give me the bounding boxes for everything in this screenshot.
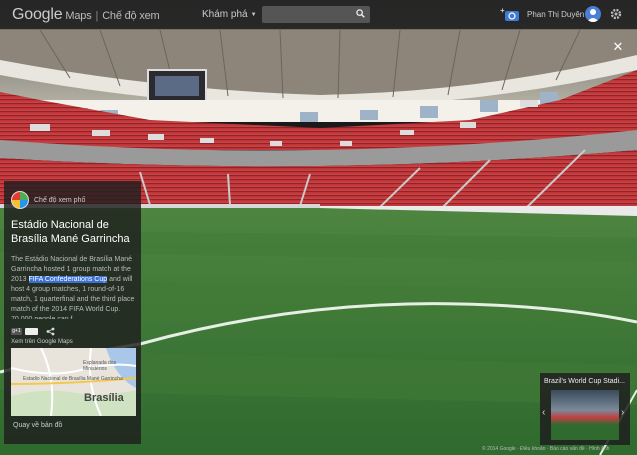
- thumbnail-label: Brazil's World Cup Stadi...: [544, 378, 625, 385]
- search-input[interactable]: [262, 8, 350, 25]
- google-maps-logo[interactable]: Google Maps | Chế độ xem: [12, 6, 160, 24]
- search-icon[interactable]: [356, 9, 365, 18]
- user-name[interactable]: Phan Thị Duyên: [527, 10, 584, 19]
- plus-one-count: [25, 328, 38, 335]
- share-icon[interactable]: [46, 327, 55, 336]
- info-panel: Chế độ xem phố Estádio Nacional de Brasí…: [4, 181, 141, 444]
- svg-text:+: +: [500, 6, 505, 15]
- avatar[interactable]: [585, 6, 601, 22]
- explore-label: Khám phá: [202, 9, 248, 20]
- footer-text: © 2014 Google · Điều khoản · Báo cáo vấn…: [482, 446, 610, 452]
- view-in-google-maps-link[interactable]: Xem trên Google Maps: [11, 339, 73, 345]
- place-title: Estádio Nacional de Brasília Mané Garrin…: [11, 219, 130, 245]
- map-label-stadium: Estadio Nacional de Brasília Mané Garrin…: [23, 376, 123, 382]
- map-label-esplanade: Esplanada dos Ministérios: [83, 360, 117, 372]
- chevron-right-icon[interactable]: ›: [621, 407, 624, 418]
- photo-thumbnail-card[interactable]: Brazil's World Cup Stadi... ‹ ›: [540, 373, 630, 445]
- map-graphic: [11, 348, 136, 416]
- mini-map[interactable]: Estadio Nacional de Brasília Mané Garrin…: [11, 348, 136, 416]
- explore-menu[interactable]: Khám phá ▼: [202, 9, 257, 20]
- chevron-left-icon[interactable]: ‹: [542, 407, 545, 418]
- place-description: The Estádio Nacional de Brasília Mané Ga…: [11, 255, 136, 319]
- category-row: Chế độ xem phố: [11, 191, 85, 209]
- user-icon: [587, 9, 599, 22]
- top-bar: Google Maps | Chế độ xem Khám phá ▼ + Phan T…: [0, 0, 637, 29]
- thumbnail-image[interactable]: [551, 390, 619, 440]
- add-photo-icon[interactable]: +: [500, 6, 520, 22]
- category-label: Chế độ xem phố: [34, 196, 86, 204]
- back-to-map-link[interactable]: Quay về bản đồ: [13, 422, 62, 429]
- logo-google: Google: [12, 6, 63, 23]
- close-icon[interactable]: ✕: [612, 40, 624, 53]
- search-box: [262, 6, 370, 25]
- mode-label: Chế độ xem: [102, 10, 160, 22]
- plus-one-button[interactable]: g+1: [11, 328, 22, 335]
- street-view-category-icon: [11, 191, 29, 209]
- description-link[interactable]: FIFA Confederations Cup: [28, 276, 108, 283]
- gear-icon[interactable]: [610, 8, 622, 20]
- logo-separator: |: [95, 10, 99, 22]
- logo-maps: Maps: [65, 10, 92, 22]
- map-city-label: Brasília: [84, 392, 124, 404]
- caret-down-icon: ▼: [250, 12, 257, 18]
